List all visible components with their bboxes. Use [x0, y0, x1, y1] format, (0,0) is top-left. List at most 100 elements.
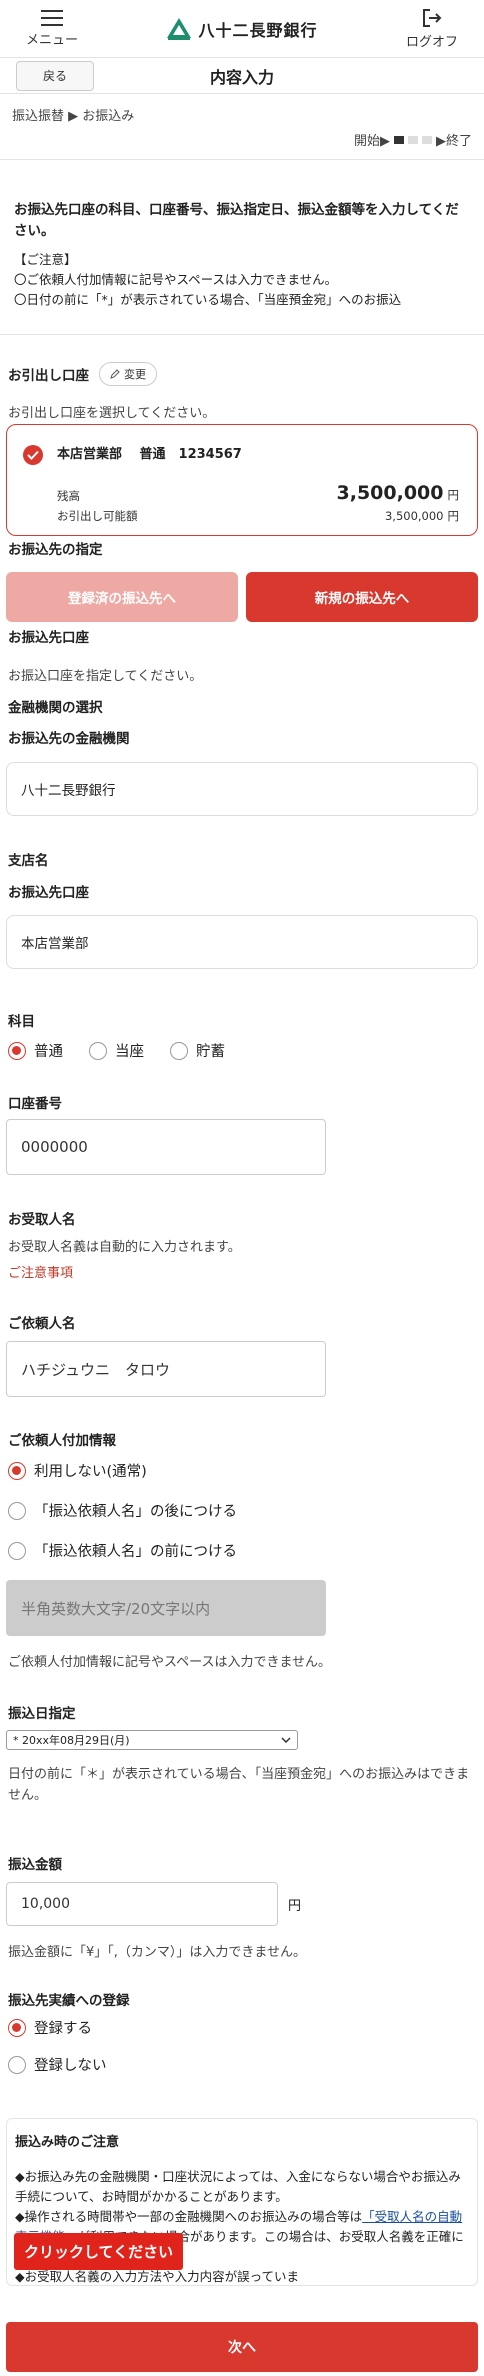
bank-logo: 八十二長野銀行 [166, 17, 317, 41]
branch-field[interactable]: 本店営業部 [6, 915, 478, 969]
recipient-note: お受取人名義は自動的に入力されます。 [8, 1240, 241, 1255]
progress-start-label: 開始▶ [354, 134, 390, 149]
account-number-input[interactable]: 0000000 [6, 1119, 326, 1175]
requester-name-input[interactable]: ハチジュウニ タロウ [6, 1341, 326, 1397]
progress-step-1 [394, 135, 404, 144]
requester-extra-note: ご依頼人付加情報に記号やスペースは入力できません。 [8, 1655, 332, 1670]
recipient-title: お受取人名 [8, 1212, 76, 1228]
logout-label: ログオフ [405, 34, 458, 50]
amount-note: 振込金額に「¥」「,（カンマ）」は入力できません。 [8, 1945, 307, 1960]
available-value: 3,500,000 [384, 509, 444, 523]
new-destination-button[interactable]: 新規の振込先へ [246, 572, 478, 622]
transfer-date-value: * 20xx年08月29日(月) [13, 1734, 130, 1747]
balance-unit: 円 [447, 488, 460, 502]
radio-selected-icon [8, 1461, 26, 1480]
notice-title: 【ご注意】 [14, 252, 77, 267]
available-label: お引出し可能額 [57, 509, 138, 523]
logout-button[interactable]: ログオフ [396, 8, 468, 50]
requester-extra-option-after[interactable]: 「振込依頼人名」の後につける [0, 1500, 484, 1521]
account-number-title: 口座番号 [8, 1096, 62, 1112]
intro-lead: お振込先口座の科目、口座番号、振込指定日、振込金額等を入力してください。 [14, 202, 459, 239]
pencil-icon [110, 369, 120, 379]
change-account-button[interactable]: 変更 [99, 362, 157, 386]
destination-title: お振込先の指定 [8, 542, 103, 558]
recipient-caution-link[interactable]: ご注意事項 [0, 1262, 484, 1281]
requester-title: ご依頼人名 [8, 1316, 76, 1332]
chevron-down-icon [281, 1737, 291, 1743]
subject-option-ordinary[interactable]: 普通 [8, 1040, 63, 1061]
radio-selected-icon [8, 1041, 26, 1060]
notice-line-2: 〇日付の前に「*」が表示されている場合、「当座預金宛」へのお振込 [14, 292, 402, 307]
debit-title: お引出し口座 [8, 368, 89, 384]
amount-unit: 円 [288, 1898, 302, 1914]
bank-logo-icon [167, 17, 192, 40]
subject-radio-group: 普通 当座 貯蓄 [0, 1040, 484, 1061]
notice-box[interactable]: 【ご注意】 〇ご依頼人付加情報に記号やスペースは入力できません。 〇日付の前に「… [14, 250, 470, 332]
transfer-date-title: 振込日指定 [8, 1706, 76, 1722]
debit-account-line: 本店営業部 普通 1234567 [57, 447, 242, 462]
breadcrumb: 振込振替 ▶ お振込み [12, 109, 135, 124]
branch-label: お振込先口座 [8, 885, 89, 901]
progress-step-2 [408, 135, 418, 144]
debit-account-card[interactable]: 本店営業部 普通 1234567 残高 3,500,000 円 お引出し可能額 3… [6, 424, 478, 536]
intro-section: お振込先口座の科目、口座番号、振込指定日、振込金額等を入力してください。 【ご注… [0, 162, 484, 332]
bank-field[interactable]: 八十二長野銀行 [6, 762, 478, 816]
amount-input[interactable]: 10,000 [6, 1882, 278, 1926]
transfer-notice-line-1: ◆お振込み先の金融機関・口座状況によっては、入金にならない場合やお振込み手続につ… [15, 2169, 461, 2204]
registration-option-skip[interactable]: 登録しない [0, 2054, 484, 2075]
bank-select-title: 金融機関の選択 [8, 700, 103, 716]
radio-selected-icon [8, 2018, 26, 2037]
radio-icon [8, 1501, 26, 1520]
registration-option-label: 登録する [34, 2021, 92, 2037]
menu-label: メニュー [25, 32, 78, 48]
subject-option-label: 普通 [34, 1044, 63, 1060]
requester-extra-title: ご依頼人付加情報 [8, 1433, 116, 1449]
subject-option-label: 貯蓄 [196, 1044, 225, 1060]
requester-extra-option-label: 「振込依頼人名」の後につける [34, 1504, 237, 1520]
registration-option-label: 登録しない [34, 2058, 107, 2074]
hamburger-icon [41, 9, 63, 26]
back-button[interactable]: 戻る [16, 60, 94, 91]
radio-icon [8, 2055, 26, 2074]
change-label: 変更 [124, 368, 146, 381]
registration-title: 振込先実績への登録 [8, 1993, 130, 2009]
subject-title: 科目 [8, 1014, 35, 1030]
logout-icon [422, 8, 442, 27]
next-button[interactable]: 次へ [6, 2322, 478, 2372]
title-bar: 戻る 内容入力 [0, 58, 484, 94]
requester-extra-input[interactable]: 半角英数大文字/20文字以内 [6, 1580, 326, 1636]
registered-destination-button[interactable]: 登録済の振込先へ [6, 572, 238, 622]
branch-title: 支店名 [8, 853, 49, 869]
debit-instruction: お引出し口座を選択してください。 [8, 406, 216, 421]
click-here-badge: クリックしてください [14, 2233, 184, 2270]
balance-label: 残高 [57, 489, 80, 503]
checkmark-icon [23, 445, 43, 465]
radio-icon [170, 1041, 188, 1060]
bank-label: お振込先の金融機関 [8, 731, 130, 747]
requester-extra-option-label: 利用しない(通常) [34, 1464, 147, 1480]
menu-button[interactable]: メニュー [16, 9, 88, 48]
radio-icon [8, 1541, 26, 1560]
subject-option-savings[interactable]: 貯蓄 [170, 1040, 225, 1061]
subject-option-current[interactable]: 当座 [89, 1040, 144, 1061]
destination-buttons: 登録済の振込先へ 新規の振込先へ [0, 572, 484, 622]
bank-logo-text: 八十二長野銀行 [198, 20, 318, 40]
requester-extra-option-label: 「振込依頼人名」の前につける [34, 1544, 237, 1560]
balance-value: 3,500,000 [336, 482, 444, 504]
notice-line-1: 〇ご依頼人付加情報に記号やスペースは入力できません。 [14, 272, 338, 287]
radio-icon [89, 1041, 107, 1060]
transfer-input-page: メニュー 八十二長野銀行 ログオフ 戻る 内容入力 振込振替 ▶ お振込み 開始… [0, 0, 484, 2376]
transfer-date-select[interactable]: * 20xx年08月29日(月) [6, 1730, 298, 1750]
available-unit: 円 [447, 509, 460, 523]
section-divider [0, 325, 484, 335]
destination-account-title: お振込先口座 [8, 630, 89, 646]
requester-extra-option-before[interactable]: 「振込依頼人名」の前につける [0, 1540, 484, 1561]
progress-indicator: 開始▶ ▶終了 [0, 124, 484, 160]
destination-account-instruction: お振込口座を指定してください。 [8, 669, 203, 684]
requester-extra-option-none[interactable]: 利用しない(通常) [0, 1460, 484, 1481]
transfer-notice-title: 振込み時のご注意 [15, 2135, 120, 2150]
registration-option-register[interactable]: 登録する [0, 2017, 484, 2038]
subject-option-label: 当座 [115, 1044, 144, 1060]
amount-title: 振込金額 [8, 1857, 62, 1873]
progress-end-label: ▶終了 [436, 134, 472, 149]
